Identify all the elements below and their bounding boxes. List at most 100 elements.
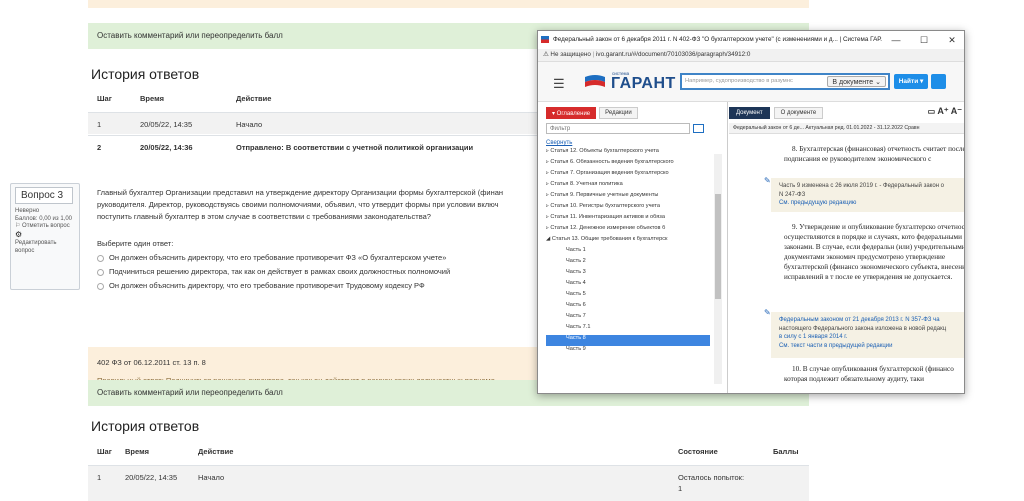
toc-item[interactable]: ◢ Статья 13. Общие требования к бухгалте… [546,236,710,247]
header-action: Действие [198,447,234,456]
toc-item[interactable]: Часть 1 [546,247,710,258]
scrollbar-thumb[interactable] [715,194,721,299]
history-title: История ответов [91,418,200,434]
garant-logo: ГАРАНТ [611,75,676,92]
menu-icon[interactable]: ☰ [553,76,565,92]
toc-item[interactable]: Часть 7 [546,313,710,324]
collapse-link[interactable]: Свернуть [546,140,572,146]
garant-favicon-icon [541,36,549,43]
paragraph-9: 9. Утверждение и опубликование бухгалтер… [784,223,965,281]
question-status: Неверно [15,208,40,214]
garant-header: ☰ система ГАРАНТ Например, судопроизводс… [538,62,964,102]
chevron-down-icon: ⌄ [875,79,881,86]
cell-step: 1 [97,473,102,482]
minimize-button[interactable]: — [882,31,910,49]
question-info: Вопрос 3 Неверно Баллов: 0,00 из 1,00 ⚐ … [10,183,80,290]
header-state: Состояние [678,447,718,456]
header-time: Время [125,447,149,456]
toc-item[interactable]: ▹ Статья 12. Денежное измерение объектов… [546,225,710,236]
cell-state: Осталось попыток: [678,473,745,482]
history-table: Шаг Время Действие Состояние Баллы 1 20/… [88,440,809,501]
toc-item[interactable]: ▹ Статья 9. Первичные учетные документы [546,192,710,203]
garant-popup-window[interactable]: Федеральный закон от 6 декабря 2011 г. N… [537,30,965,394]
toc-item[interactable]: Часть 3 [546,269,710,280]
header-step: Шаг [97,447,112,456]
tab-about-document[interactable]: О документе [773,107,824,119]
search-placeholder: Например, судопроизводство в разумнс [685,78,793,84]
document-panel: Документ О документе ▭ A⁺ A⁻ Федеральный… [729,102,965,393]
close-button[interactable]: ✕ [938,31,964,49]
toc-item[interactable]: Часть 9 [546,346,710,357]
toc-item[interactable]: ▹ Статья 11. Инвентаризация активов и об… [546,214,710,225]
font-size-controls[interactable]: ▭ A⁺ A⁻ [928,106,962,117]
search-scope-select[interactable]: В документе ⌄ [827,76,886,87]
radio-icon[interactable] [97,254,104,262]
document-info-bar: Федеральный закон от 6 де... Актуальная … [729,123,964,134]
answer-options: Выберите один ответ: Он должен объяснить… [97,237,450,293]
document-body: 8. Бухгалтерская (финансовая) отчетность… [729,136,965,393]
cell-attempts: 1 [678,484,683,493]
filter-button[interactable] [693,124,704,133]
table-row: 1 20/05/22, 14:35 Начало Осталось попыто… [88,465,809,501]
previous-edition-link[interactable]: См. предыдущую редакцию [779,199,964,208]
answer-option[interactable]: Он должен объяснить директору, что его т… [97,251,450,265]
window-titlebar[interactable]: Федеральный закон от 6 декабря 2011 г. N… [538,31,964,49]
search-input[interactable]: Например, судопроизводство в разумнс В д… [680,73,890,90]
url-text[interactable]: ivo.garant.ru/#/document/70103036/paragr… [596,51,750,58]
window-title: Федеральный закон от 6 декабря 2011 г. N… [553,36,886,43]
toc-item[interactable]: Часть 7.1 [546,324,710,335]
toc-tabs: ▾ Оглавление Редакции [546,107,638,119]
cell-time: 20/05/22, 14:35 [125,473,178,482]
extended-search-button[interactable] [931,74,946,89]
paragraph-8: 8. Бухгалтерская (финансовая) отчетность… [784,145,965,163]
toc-item[interactable]: Часть 2 [546,258,710,269]
toc-item-selected[interactable]: Часть 8 [546,335,710,346]
header-step: Шаг [97,94,112,103]
previous-edition-link[interactable]: См. текст части в предыдущей редакции [779,342,964,351]
gear-icon: ⚙ [15,229,23,239]
flag-question-link[interactable]: ⚐ Отметить вопрос [15,223,75,231]
cell-step: 2 [97,143,102,152]
insecure-label: Не защищено [550,51,591,58]
tab-document[interactable]: Документ [729,107,770,119]
toc-item[interactable]: Часть 4 [546,280,710,291]
toc-item[interactable]: ▹ Статья 7. Организация ведения бухгалте… [546,170,710,181]
header-time: Время [140,94,164,103]
toc-panel: ▾ Оглавление Редакции Фильтр Свернуть ▹ … [538,102,728,393]
toc-item[interactable]: ▹ Статья 10. Регистры бухгалтерского уче… [546,203,710,214]
cell-time: 20/05/22, 14:35 [140,120,193,129]
garant-logo-icon [585,75,605,87]
answer-option[interactable]: Он должен объяснить директору, что его т… [97,279,450,293]
toc-scrollbar[interactable] [714,154,722,384]
question-text: Главный бухгалтер Организации представил… [97,188,504,221]
answer-prompt: Выберите один ответ: [97,239,174,248]
toc-item[interactable]: Часть 5 [546,291,710,302]
header-action: Действие [236,94,272,103]
edition-note: Часть 9 изменена с 26 июля 2019 г. - Фед… [771,178,964,212]
cell-step: 1 [97,120,102,129]
radio-icon[interactable] [97,268,104,276]
find-button[interactable]: Найти ▾ [894,74,928,89]
cell-action: Начало [236,120,263,129]
cell-action: Отправлено: В соответствии с учетной пол… [236,143,474,152]
tab-contents[interactable]: ▾ Оглавление [546,107,597,119]
toc-item[interactable]: Часть 6 [546,302,710,313]
flag-icon: ⚐ [15,223,23,229]
toc-item[interactable]: ▹ Статья 6. Обязанность ведения бухгалте… [546,159,710,170]
edit-question-link[interactable]: ⚙ Редактировать вопрос [15,229,75,256]
address-bar[interactable]: ⚠ Не защищено | ivo.garant.ru/#/document… [538,49,964,62]
print-icon[interactable]: ▭ [928,107,936,116]
question-number: Вопрос 3 [15,187,73,204]
table-header: Шаг Время Действие Состояние Баллы [88,440,809,462]
cell-action: Начало [198,473,225,482]
edition-note: Федеральным законом от 21 декабря 2013 г… [771,312,964,358]
filter-input[interactable]: Фильтр [546,123,690,134]
toc-item[interactable]: ▹ Статья 8. Учетная политика [546,181,710,192]
answer-option[interactable]: Подчиниться решению директора, так как о… [97,265,450,279]
maximize-button[interactable]: ☐ [910,31,938,49]
tab-editions[interactable]: Редакции [599,107,638,119]
toc-item[interactable]: ▹ Статья 12. Объекты бухгалтерского учет… [546,148,710,159]
radio-icon[interactable] [97,282,104,290]
cell-time: 20/05/22, 14:36 [140,143,193,152]
font-size-icon[interactable]: A⁺ A⁻ [937,106,962,116]
